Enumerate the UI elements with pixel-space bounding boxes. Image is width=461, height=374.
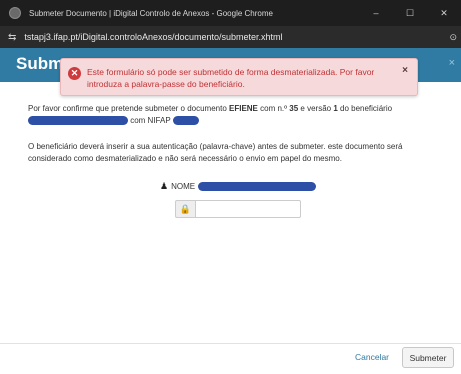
redacted-name-value [198,181,317,191]
authentication-instructions: O beneficiário deverá inserir a sua aute… [28,142,403,163]
extension-icon[interactable]: ⊙ [449,32,457,43]
confirmation-part: e versão [298,104,334,113]
password-input[interactable] [195,200,301,218]
document-number: 35 [289,104,299,113]
lock-icon: 🔒 [175,200,195,218]
name-label: NOME [171,181,196,191]
beneficiary-name-row: ♟ NOME [160,180,317,192]
confirmation-part: do beneficiário [337,104,393,113]
confirmation-text: Por favor confirme que pretende submeter… [28,103,448,127]
window-titlebar: Submeter Documento | iDigital Controlo d… [0,0,461,26]
document-code: EFIENE [229,104,258,113]
submit-button[interactable]: Submeter [402,347,454,368]
window-title: Submeter Documento | iDigital Controlo d… [29,8,273,18]
confirmation-part: com NIFAP [128,116,173,125]
minimize-button[interactable]: – [359,8,393,18]
error-message: ✕ Este formulário só pode ser submetido … [60,58,418,96]
url-text[interactable]: tstapj3.ifap.pt/iDigital.controloAnexos/… [24,32,449,42]
confirmation-part: Por favor confirme que pretende submeter… [28,104,229,113]
close-window-button[interactable]: ✕ [427,8,461,19]
redacted-nifap [172,116,199,126]
redacted-beneficiary-name [28,116,128,126]
dialog-title: Subm [16,54,64,73]
password-group: 🔒 [175,200,301,218]
confirmation-part: com n.º [257,104,290,113]
chrome-icon [9,7,21,19]
maximize-button[interactable]: ☐ [393,8,427,19]
site-settings-icon[interactable]: ⇆ [8,32,16,43]
address-bar[interactable]: ⇆ tstapj3.ifap.pt/iDigital.controloAnexo… [0,26,461,48]
error-close-button[interactable]: × [402,65,408,76]
user-icon: ♟ [160,180,169,191]
dialog-close-icon[interactable]: × [449,57,455,69]
cancel-button[interactable]: Cancelar [355,352,389,362]
error-icon: ✕ [68,67,81,80]
footer-divider [0,343,461,344]
status-bar [10,368,180,374]
error-text: Este formulário só pode ser submetido de… [87,67,375,89]
